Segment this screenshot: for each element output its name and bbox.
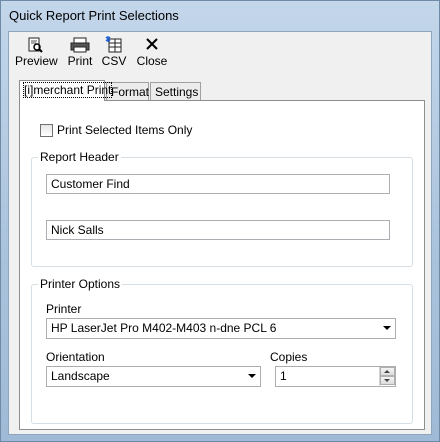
tab-settings[interactable]: Settings <box>150 82 201 100</box>
print-label: Print <box>67 54 93 68</box>
preview-label: Preview <box>15 54 58 68</box>
tab-imerchant-print[interactable]: [i]merchant Print <box>19 80 113 101</box>
report-header-group: Report Header Customer Find Nick Salls <box>31 150 413 267</box>
report-header-line2-input[interactable]: Nick Salls <box>46 220 390 240</box>
copies-spin-buttons <box>379 367 395 386</box>
chevron-down-icon <box>248 374 256 378</box>
tab-format-label: Format <box>111 85 150 99</box>
tab-settings-label: Settings <box>155 85 199 99</box>
copies-stepper[interactable]: 1 <box>275 366 396 387</box>
print-selected-label: Print Selected Items Only <box>57 123 193 137</box>
printer-label: Printer <box>46 302 82 316</box>
printer-options-legend: Printer Options <box>38 277 123 291</box>
print-button[interactable]: Print <box>66 36 94 70</box>
csv-export-icon <box>101 36 127 54</box>
report-print-window: Quick Report Print Selections Preview Pr… <box>0 0 440 442</box>
printer-select[interactable]: HP LaserJet Pro M402-M403 n-dne PCL 6 <box>46 318 396 339</box>
copies-value: 1 <box>280 369 287 383</box>
close-button[interactable]: Close <box>135 36 169 70</box>
title-bar[interactable]: Quick Report Print Selections <box>1 1 439 31</box>
orientation-label: Orientation <box>46 350 105 364</box>
decrement-icon[interactable] <box>380 376 395 385</box>
printer-options-group: Printer Options Printer HP LaserJet Pro … <box>31 277 413 424</box>
copies-label: Copies <box>270 350 308 364</box>
orientation-select-value: Landscape <box>51 369 110 383</box>
window-client-area: Preview Print CSV Close [i]merchant Prin… <box>8 31 432 435</box>
csv-label: CSV <box>101 54 127 68</box>
printer-icon <box>66 36 94 54</box>
tab-imerchant-print-label: [i]merchant Print <box>22 82 113 98</box>
close-label: Close <box>136 54 168 68</box>
increment-icon[interactable] <box>380 367 395 376</box>
window-title: Quick Report Print Selections <box>9 8 179 23</box>
report-header-line1-input[interactable]: Customer Find <box>46 174 390 194</box>
printer-select-value: HP LaserJet Pro M402-M403 n-dne PCL 6 <box>51 321 277 335</box>
preview-button[interactable]: Preview <box>15 36 58 70</box>
orientation-select[interactable]: Landscape <box>46 366 261 387</box>
tab-format[interactable]: Format <box>106 82 149 100</box>
checkbox-box[interactable] <box>40 124 53 137</box>
close-icon <box>135 36 169 54</box>
chevron-down-icon <box>383 326 391 330</box>
csv-button[interactable]: CSV <box>101 36 127 70</box>
report-header-legend: Report Header <box>38 150 121 164</box>
tab-panel-imerchant-print: Print Selected Items Only Report Header … <box>19 100 425 430</box>
preview-icon <box>15 36 55 54</box>
